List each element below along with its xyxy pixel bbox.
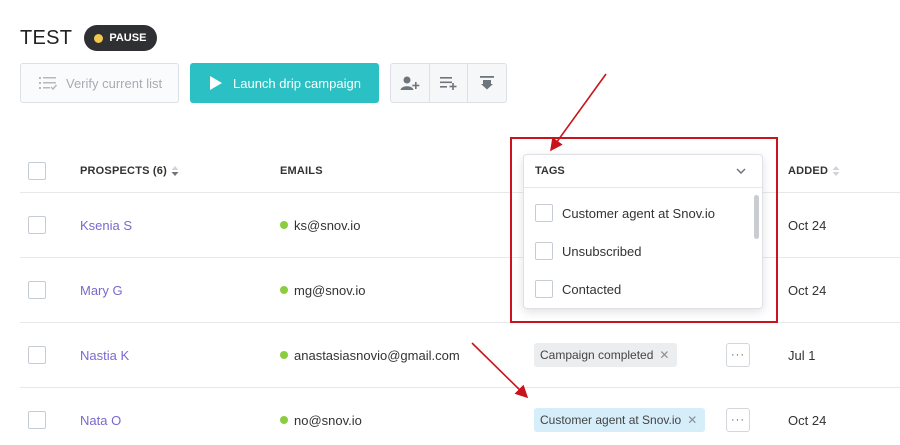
more-actions-button[interactable]: ··· <box>726 343 750 367</box>
table-row: Mary G mg@snov.io Oct 24 <box>20 258 900 323</box>
email-text: no@snov.io <box>294 412 362 428</box>
prospect-cell: Nata O <box>80 388 121 445</box>
row-actions-cell: ··· <box>726 323 750 387</box>
tag-option-label: Customer agent at Snov.io <box>562 205 715 221</box>
sort-icon[interactable] <box>171 166 179 176</box>
remove-tag-icon[interactable]: ✕ <box>659 348 669 362</box>
prospect-cell: Ksenia S <box>80 193 132 257</box>
email-text: mg@snov.io <box>294 282 366 298</box>
prospect-name-link[interactable]: Mary G <box>80 283 123 298</box>
row-checkbox[interactable] <box>28 281 46 299</box>
more-actions-button[interactable]: ··· <box>726 408 750 432</box>
row-checkbox[interactable] <box>28 411 46 429</box>
play-icon <box>210 76 222 90</box>
table-row: Nata O no@snov.io Customer agent at Snov… <box>20 388 900 445</box>
prospect-cell: Mary G <box>80 258 123 322</box>
row-select-cell <box>28 388 46 445</box>
tags-cell: Campaign completed ✕ <box>534 323 678 387</box>
select-all-cell <box>28 150 46 192</box>
list-check-icon <box>39 77 57 90</box>
tag-option[interactable]: Unsubscribed <box>535 242 642 260</box>
prospects-table: PROSPECTS (6) EMAILS ADDED Ksenia S ks@s… <box>20 150 900 445</box>
added-header-label: ADDED <box>788 165 829 177</box>
tag-chip: Customer agent at Snov.io ✕ <box>534 408 706 432</box>
tags-dropdown-title: TAGS <box>535 165 565 177</box>
tags-dropdown-header[interactable]: TAGS <box>524 155 762 188</box>
row-select-cell <box>28 323 46 387</box>
tag-option-checkbox[interactable] <box>535 280 553 298</box>
launch-campaign-label: Launch drip campaign <box>233 75 361 91</box>
tag-option-checkbox[interactable] <box>535 204 553 222</box>
email-cell: mg@snov.io <box>280 258 365 322</box>
emails-header-label: EMAILS <box>280 165 323 177</box>
email-status-icon <box>280 416 288 424</box>
dropdown-scrollbar[interactable] <box>754 195 759 239</box>
tag-chip: Campaign completed ✕ <box>534 343 678 367</box>
chevron-down-icon <box>736 168 746 174</box>
added-cell: Oct 24 <box>788 193 826 257</box>
tags-dropdown[interactable]: TAGS Customer agent at Snov.io Unsubscri… <box>523 154 763 309</box>
remove-tag-icon[interactable]: ✕ <box>687 413 697 427</box>
table-row: Ksenia S ks@snov.io Oct 24 <box>20 193 900 258</box>
toolbar: Verify current list Launch drip campaign <box>20 63 510 103</box>
prospects-header-label: PROSPECTS (6) <box>80 165 167 177</box>
row-checkbox[interactable] <box>28 346 46 364</box>
tag-option[interactable]: Contacted <box>535 280 621 298</box>
email-cell: ks@snov.io <box>280 193 360 257</box>
added-date: Oct 24 <box>788 217 827 233</box>
prospect-name-link[interactable]: Nastia K <box>80 348 129 363</box>
add-to-list-button[interactable] <box>428 64 468 102</box>
toolbar-icon-group <box>390 63 507 103</box>
tag-chip-label: Customer agent at Snov.io <box>540 413 682 427</box>
prospect-name-link[interactable]: Nata O <box>80 413 121 428</box>
launch-campaign-button[interactable]: Launch drip campaign <box>190 63 379 103</box>
tag-option-label: Unsubscribed <box>562 243 642 259</box>
verify-list-label: Verify current list <box>66 75 163 91</box>
email-status-icon <box>280 221 288 229</box>
row-checkbox[interactable] <box>28 216 46 234</box>
status-badge-label: PAUSE <box>109 32 147 44</box>
tag-chip-label: Campaign completed <box>540 348 654 362</box>
row-actions-cell: ··· <box>726 388 750 445</box>
tag-option-checkbox[interactable] <box>535 242 553 260</box>
emails-column-header: EMAILS <box>280 150 323 192</box>
added-cell: Jul 1 <box>788 323 815 387</box>
added-column-header[interactable]: ADDED <box>788 150 840 192</box>
added-cell: Oct 24 <box>788 388 826 445</box>
email-text: anastasiasnovio@gmail.com <box>294 347 460 363</box>
prospect-name-link[interactable]: Ksenia S <box>80 218 132 233</box>
added-date: Oct 24 <box>788 282 827 298</box>
select-all-checkbox[interactable] <box>28 162 46 180</box>
add-prospect-button[interactable] <box>391 64 429 102</box>
add-to-list-icon <box>439 77 456 90</box>
download-button[interactable] <box>467 64 506 102</box>
email-cell: anastasiasnovio@gmail.com <box>280 323 460 387</box>
email-cell: no@snov.io <box>280 388 362 445</box>
tag-option-label: Contacted <box>562 281 622 297</box>
table-row: Nastia K anastasiasnovio@gmail.com Campa… <box>20 323 900 388</box>
row-select-cell <box>28 193 46 257</box>
status-badge[interactable]: PAUSE <box>84 25 158 51</box>
email-status-icon <box>280 351 288 359</box>
added-cell: Oct 24 <box>788 258 826 322</box>
added-date: Oct 24 <box>788 412 827 428</box>
title-row: TEST PAUSE <box>20 25 158 51</box>
prospect-cell: Nastia K <box>80 323 129 387</box>
prospects-column-header[interactable]: PROSPECTS (6) <box>80 150 179 192</box>
added-date: Jul 1 <box>788 347 816 363</box>
tag-option[interactable]: Customer agent at Snov.io <box>535 204 715 222</box>
annotation-arrow-to-dropdown <box>550 73 607 152</box>
download-icon <box>480 76 495 90</box>
row-select-cell <box>28 258 46 322</box>
tags-cell: Customer agent at Snov.io ✕ <box>534 388 706 445</box>
email-text: ks@snov.io <box>294 217 361 233</box>
table-header: PROSPECTS (6) EMAILS ADDED <box>20 150 900 193</box>
verify-list-button[interactable]: Verify current list <box>20 63 179 103</box>
status-dot-icon <box>94 33 104 43</box>
email-status-icon <box>280 286 288 294</box>
sort-icon[interactable] <box>832 166 840 176</box>
add-prospect-icon <box>400 76 420 90</box>
page-title: TEST <box>20 26 73 49</box>
